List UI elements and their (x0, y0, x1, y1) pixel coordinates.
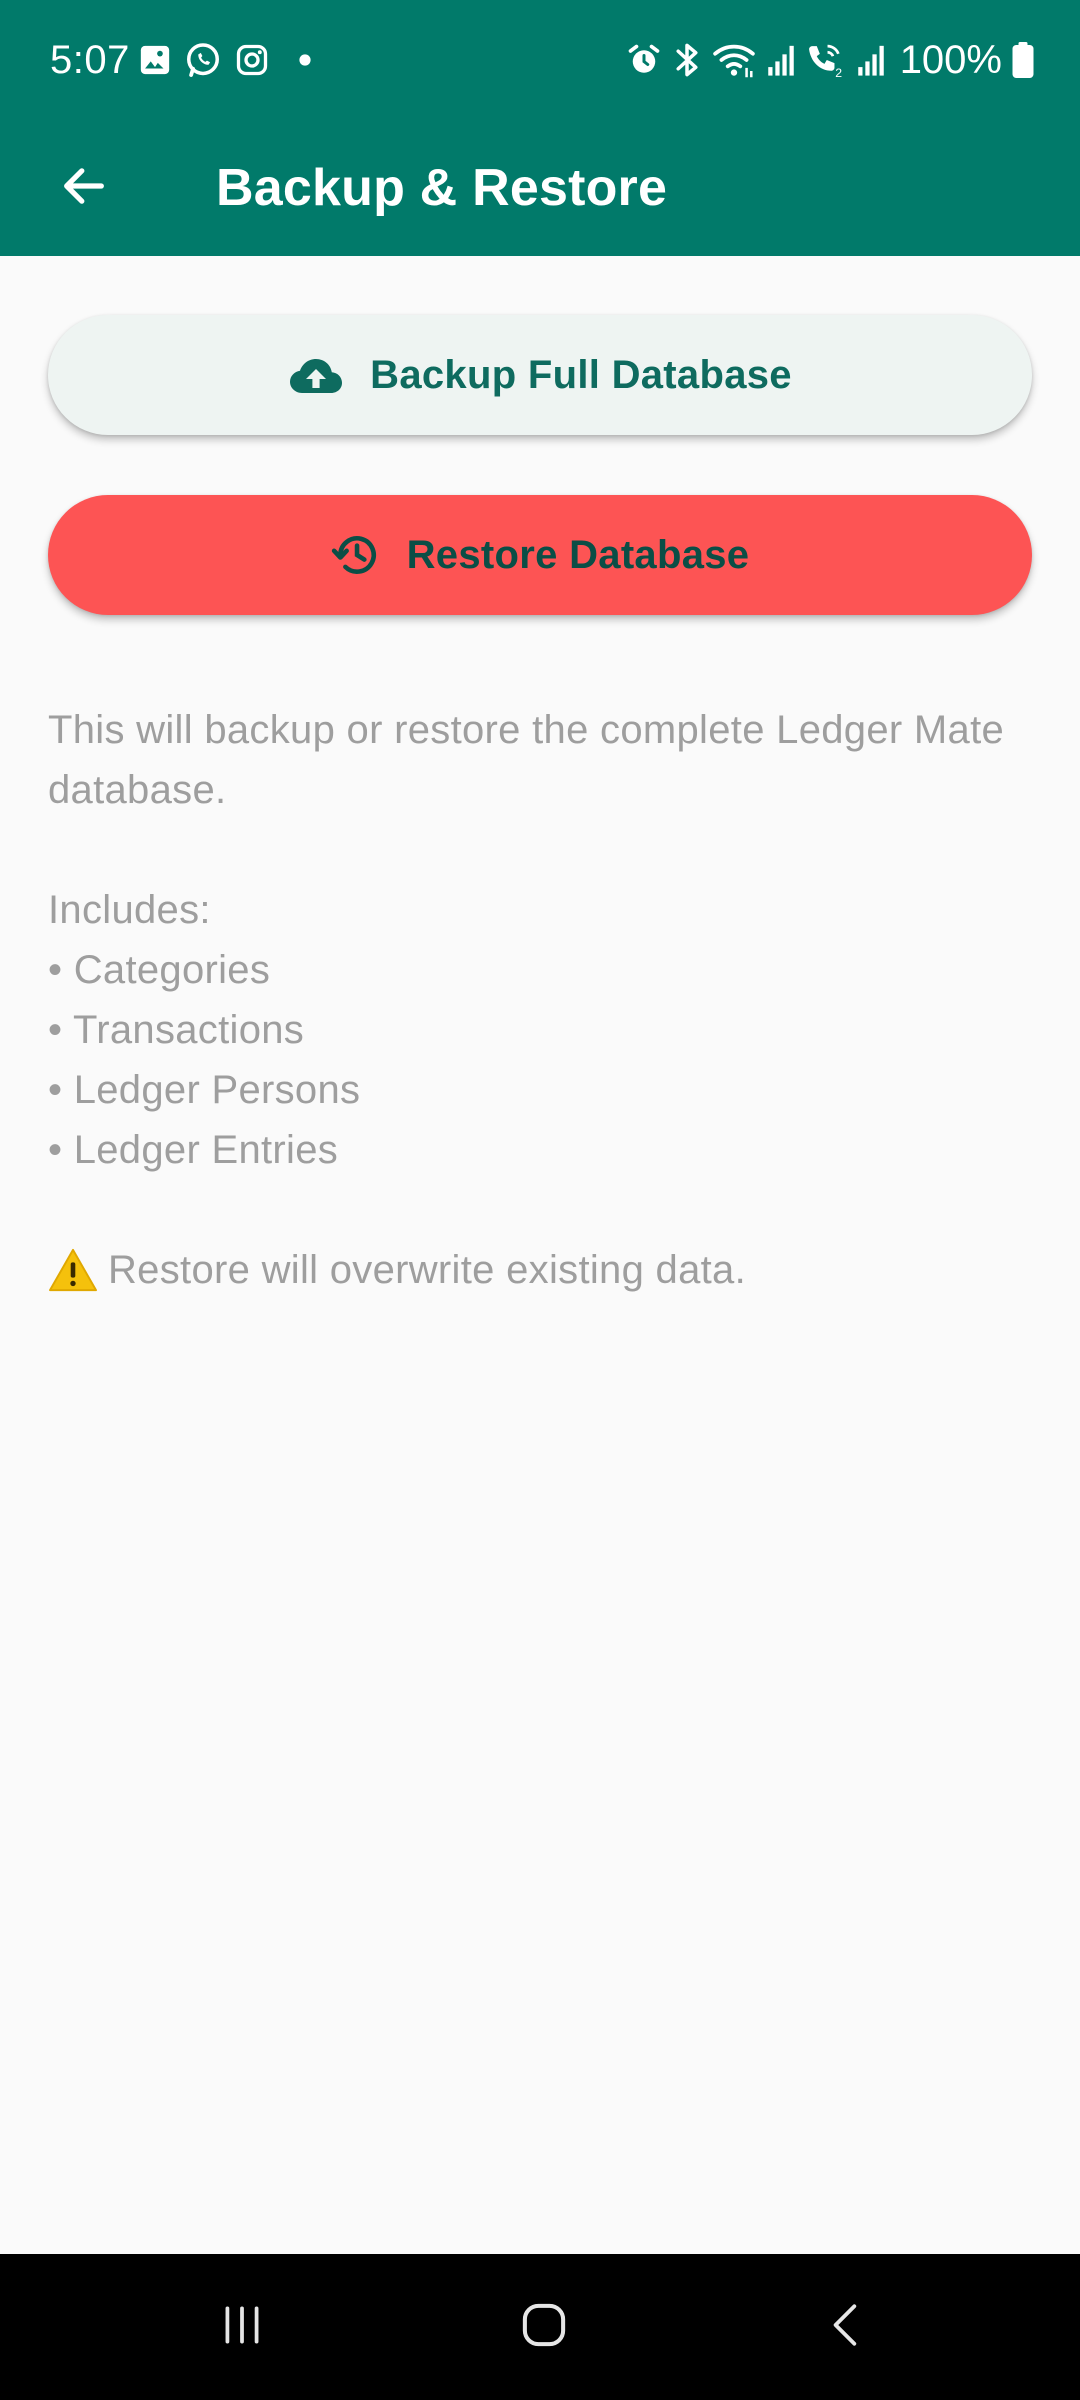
navigation-bar (0, 2254, 1080, 2400)
list-item: • Ledger Persons (48, 1068, 361, 1112)
backup-restore-screen: 5:07 2 100% Backup & Restore Backup Full… (0, 0, 1080, 2400)
cloud-upload-icon (288, 355, 344, 395)
battery-icon (1012, 42, 1034, 78)
backup-full-database-button[interactable]: Backup Full Database (48, 315, 1032, 435)
includes-heading: Includes: (48, 888, 211, 932)
home-button[interactable] (484, 2277, 604, 2377)
list-item: • Ledger Entries (48, 1128, 339, 1172)
page-title: Backup & Restore (216, 159, 668, 217)
system-status-icons: 2 100% (626, 36, 1034, 84)
recents-button[interactable] (182, 2277, 302, 2377)
status-bar: 5:07 2 100% (0, 0, 1080, 120)
wifi-icon (712, 41, 756, 79)
recents-icon (217, 2300, 267, 2355)
instagram-icon (234, 42, 270, 78)
warning-line: Restore will overwrite existing data. (48, 1240, 1038, 1300)
battery-percentage: 100% (899, 38, 1002, 82)
list-item: • Categories (48, 948, 271, 992)
back-nav-button[interactable] (786, 2277, 906, 2377)
home-icon (517, 2298, 571, 2357)
bluetooth-icon (672, 41, 702, 79)
back-icon (821, 2300, 871, 2355)
arrow-left-icon (58, 160, 110, 217)
svg-text:2: 2 (835, 66, 842, 79)
whatsapp-icon (184, 41, 222, 79)
list-item: • Transactions (48, 1008, 305, 1052)
back-button[interactable] (40, 144, 128, 232)
app-bar: Backup & Restore (0, 120, 1080, 256)
signal-icon (766, 43, 796, 77)
notification-icons (138, 40, 312, 80)
history-icon (331, 530, 381, 580)
backup-button-label: Backup Full Database (370, 352, 792, 397)
dot-icon (298, 53, 312, 67)
status-time: 5:07 (50, 38, 130, 82)
gallery-icon (138, 43, 172, 77)
wifi-calling-icon: 2 (806, 41, 846, 79)
restore-database-button[interactable]: Restore Database (48, 495, 1032, 615)
warning-icon (48, 1247, 98, 1293)
alarm-icon (626, 42, 662, 78)
signal-icon (856, 43, 886, 77)
info-text: This will backup or restore the complete… (48, 700, 1038, 1300)
restore-button-label: Restore Database (406, 532, 750, 577)
intro-text: This will backup or restore the complete… (48, 708, 1005, 812)
warning-text: Restore will overwrite existing data. (108, 1248, 747, 1292)
